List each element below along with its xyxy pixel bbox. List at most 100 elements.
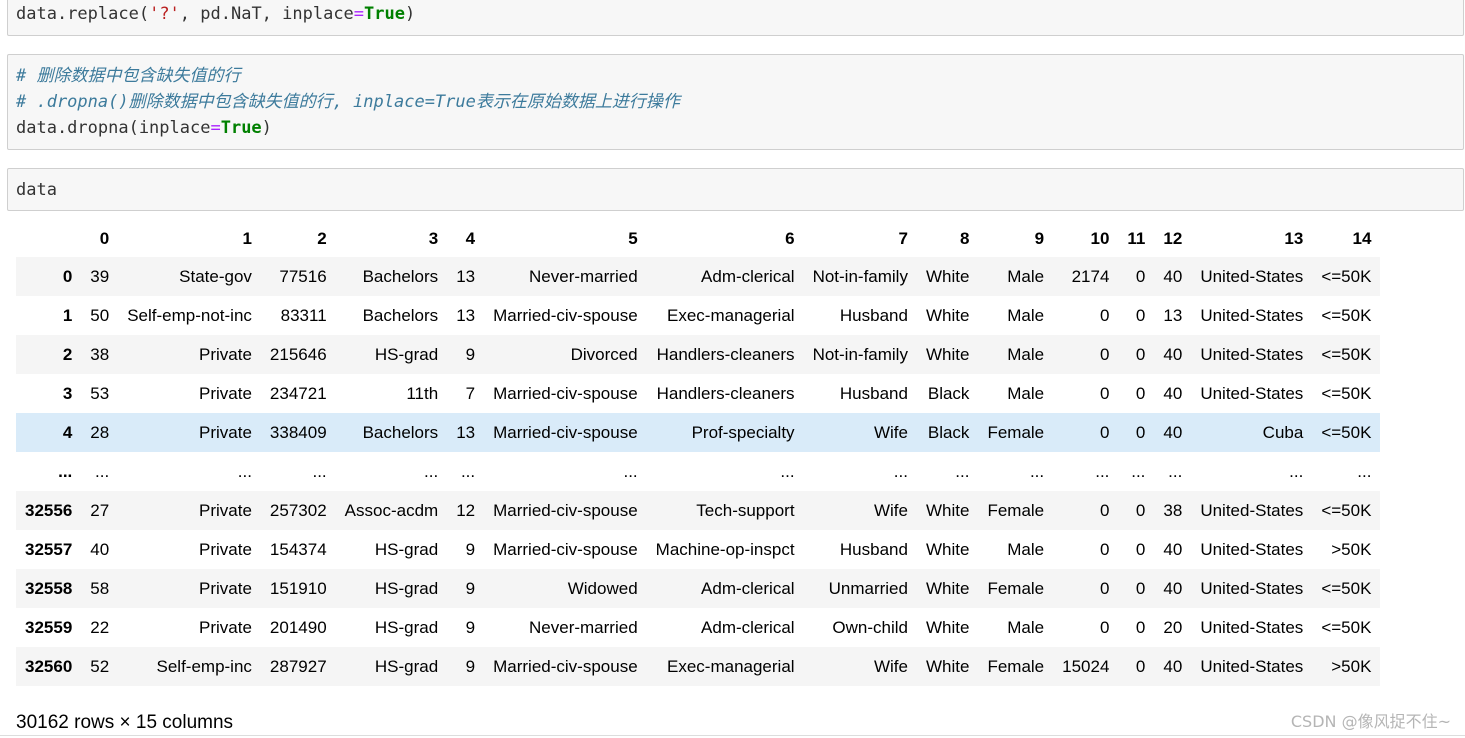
- table-cell: 151910: [269, 578, 327, 598]
- table-cell: United-States: [1200, 578, 1304, 598]
- table-cell: Handlers-cleaners: [656, 383, 795, 403]
- row-index: 32559: [25, 617, 73, 637]
- table-cell: 11th: [406, 383, 439, 403]
- table-cell: Cuba: [1262, 422, 1304, 442]
- table-cell: 27: [90, 500, 110, 520]
- table-cell: United-States: [1200, 305, 1304, 325]
- code-cell-dropna[interactable]: # 删除数据中包含缺失值的行 # .dropna()删除数据中包含缺失值的行, …: [7, 54, 1464, 150]
- table-cell: <=50K: [1321, 617, 1372, 637]
- table-cell: Black: [927, 422, 970, 442]
- table-cell: Female: [987, 422, 1045, 442]
- table-cell: 0: [1099, 617, 1110, 637]
- code-comment: # .dropna()删除数据中包含缺失值的行, inplace=True表示在…: [16, 92, 680, 112]
- table-cell: ...: [95, 461, 110, 481]
- code-line: data: [16, 180, 57, 200]
- code-cell-display[interactable]: data: [7, 168, 1464, 211]
- table-cell: 0: [1135, 656, 1146, 676]
- table-cell: Machine-op-inspct: [655, 539, 795, 559]
- table-cell: United-States: [1200, 383, 1304, 403]
- table-cell: 50: [90, 305, 110, 325]
- table-cell: White: [925, 344, 970, 364]
- table-row: 1 50 Self-emp-not-inc 83311 Bachelors 13 Marri…: [16, 296, 1381, 335]
- code-token: data: [16, 4, 57, 24]
- table-cell: 40: [1163, 656, 1183, 676]
- table-cell: 154374: [269, 539, 327, 559]
- table-cell: 0: [1099, 539, 1110, 559]
- table-cell: 40: [1163, 383, 1183, 403]
- table-cell: HS-grad: [374, 344, 439, 364]
- table-cell: 40: [1163, 422, 1183, 442]
- table-header: 0 1 2 3 4 5 6 7 8 9 10 11 12 13 14: [16, 220, 1380, 257]
- table-row: 32560 52 Self-emp-inc 287927 HS-grad 9 Married…: [16, 647, 1381, 686]
- table-row: 32556 27 Private 257302 Assoc-acdm 12 Married-…: [16, 491, 1381, 530]
- table-cell: 9: [465, 344, 476, 364]
- table-cell: 9: [465, 617, 476, 637]
- column-header: 1: [242, 228, 252, 248]
- row-index: 4: [62, 422, 73, 442]
- table-cell: Bachelors: [362, 422, 439, 442]
- table-cell: 0: [1099, 578, 1110, 598]
- table-cell: Self-emp-inc: [156, 656, 252, 676]
- row-index: 32558: [25, 578, 73, 598]
- column-header: 8: [959, 228, 970, 248]
- table-cell: Male: [1007, 305, 1045, 325]
- table-cell: 9: [465, 539, 476, 559]
- row-index: 32560: [25, 656, 73, 676]
- column-header: 4: [465, 228, 476, 248]
- table-cell: Adm-clerical: [701, 617, 795, 637]
- table-cell: 13: [456, 422, 476, 442]
- table-cell: 287927: [269, 656, 327, 676]
- table-cell: 83311: [280, 305, 327, 325]
- row-index: 32557: [25, 539, 73, 559]
- table-cell: 40: [1163, 539, 1183, 559]
- watermark: CSDN @像风捉不住~: [1290, 712, 1451, 731]
- table-cell: 0: [1135, 539, 1146, 559]
- divider: [0, 735, 1465, 736]
- table-cell: 338409: [269, 422, 327, 442]
- table-cell: Married-civ-spouse: [493, 305, 638, 325]
- table-cell: Never-married: [529, 266, 638, 286]
- row-index: ...: [58, 461, 73, 481]
- table-cell: White: [925, 539, 970, 559]
- table-cell: United-States: [1200, 656, 1304, 676]
- table-cell: 0: [1135, 305, 1146, 325]
- table-cell: ...: [460, 461, 476, 481]
- table-cell: Married-civ-spouse: [493, 383, 638, 403]
- table-cell: ...: [1095, 461, 1110, 481]
- table-cell: Wife: [873, 422, 908, 442]
- table-cell: ...: [1029, 461, 1045, 481]
- table-cell: 53: [90, 383, 110, 403]
- table-cell: 40: [1163, 578, 1183, 598]
- table-cell: Married-civ-spouse: [493, 656, 638, 676]
- table-cell: 40: [90, 539, 110, 559]
- table-cell: 0: [1135, 578, 1146, 598]
- table-cell: >50K: [1331, 656, 1372, 676]
- table-row: ........................................…: [16, 452, 1381, 491]
- table-cell: White: [925, 305, 970, 325]
- table-cell: 0: [1135, 383, 1146, 403]
- code-line: data.replace('?', pd.NaT, inplace=True): [16, 1, 1463, 27]
- table-row: 32559 22 Private 201490 HS-grad 9 Never-marrie…: [16, 608, 1381, 647]
- table-cell: Exec-managerial: [667, 305, 795, 325]
- table-cell: State-gov: [179, 266, 252, 286]
- code-token: ): [261, 118, 272, 138]
- code-operator: =: [353, 4, 365, 24]
- table-cell: Female: [987, 578, 1045, 598]
- column-header: 6: [785, 228, 795, 248]
- table-cell: Private: [199, 578, 252, 598]
- code-cell-replace[interactable]: data.replace('?', pd.NaT, inplace=True): [7, 0, 1464, 36]
- table-cell: 7: [465, 383, 476, 403]
- table-cell: 28: [90, 422, 110, 442]
- table-cell: HS-grad: [374, 539, 439, 559]
- index-header: [16, 220, 81, 257]
- table-cell: Not-in-family: [812, 344, 908, 364]
- table-cell: Assoc-acdm: [344, 500, 439, 520]
- table-cell: 15024: [1062, 656, 1110, 676]
- table-cell: Adm-clerical: [701, 578, 795, 598]
- table-cell: ...: [424, 461, 439, 481]
- table-cell: 0: [1099, 422, 1110, 442]
- table-cell: Female: [987, 656, 1045, 676]
- table-cell: 0: [1135, 617, 1146, 637]
- table-cell: Married-civ-spouse: [493, 539, 638, 559]
- table-cell: Married-civ-spouse: [493, 500, 638, 520]
